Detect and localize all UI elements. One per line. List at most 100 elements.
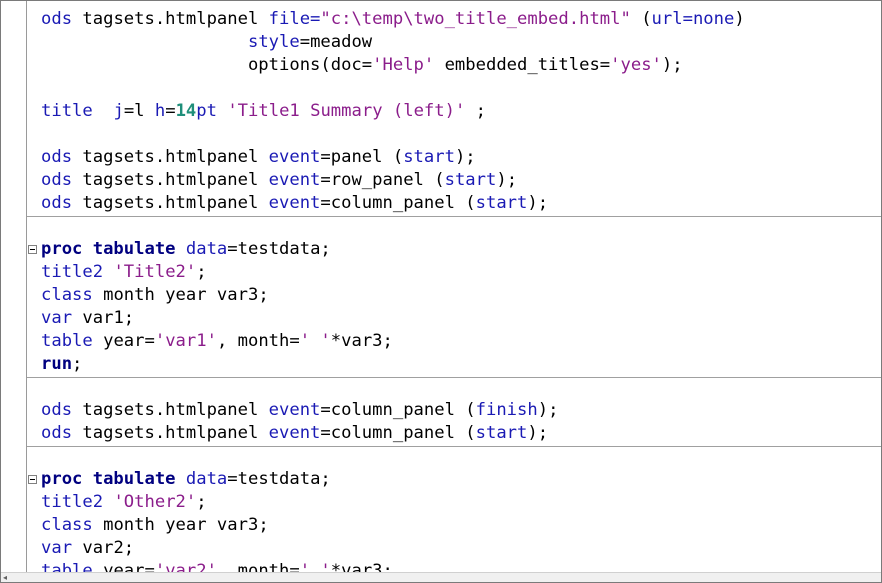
code-token: ods xyxy=(41,400,73,420)
code-token: =panel xyxy=(320,147,393,167)
code-token: var2; xyxy=(72,538,135,558)
code-token: j xyxy=(113,101,124,121)
code-token: run xyxy=(41,354,73,374)
code-text: ods tagsets.htmlpanel event=row_panel (s… xyxy=(41,169,517,192)
code-text: ods tagsets.htmlpanel event=panel (start… xyxy=(41,146,476,169)
code-line[interactable]: run; xyxy=(1,353,881,376)
code-token: start xyxy=(475,423,528,443)
fold-collapse-icon[interactable] xyxy=(28,245,37,254)
code-text: var var1; xyxy=(41,307,134,330)
code-token: tagsets.htmlpanel xyxy=(72,170,269,190)
code-token: ods xyxy=(41,193,73,213)
code-token: 'Title2' xyxy=(113,262,197,282)
section-separator xyxy=(27,216,881,217)
code-line[interactable]: ods tagsets.htmlpanel event=column_panel… xyxy=(1,422,881,445)
code-token: pt xyxy=(196,101,228,121)
code-line[interactable]: var var1; xyxy=(1,307,881,330)
code-token: ); xyxy=(527,423,549,443)
fold-collapse-icon[interactable] xyxy=(28,475,37,484)
code-line[interactable]: style=meadow xyxy=(1,31,881,54)
code-token: ; xyxy=(196,492,207,512)
code-text: class month year var3; xyxy=(41,284,269,307)
code-token: 'Title1 Summary (left)' xyxy=(227,101,466,121)
code-line[interactable]: options(doc='Help' embedded_titles='yes'… xyxy=(1,54,881,77)
code-token: =l xyxy=(123,101,155,121)
code-text: table year='var1', month=' '*var3; xyxy=(41,330,393,353)
code-line[interactable] xyxy=(1,445,881,468)
code-text: ods tagsets.htmlpanel event=column_panel… xyxy=(41,192,548,215)
code-line[interactable]: var var2; xyxy=(1,537,881,560)
code-token: =column_panel xyxy=(320,400,466,420)
section-separator xyxy=(27,446,881,447)
code-token: event xyxy=(268,170,321,190)
code-text: ods tagsets.htmlpanel file="c:\temp\two_… xyxy=(41,8,745,31)
code-token: 14 xyxy=(175,101,197,121)
code-token: =row_panel xyxy=(320,170,435,190)
code-token: ); xyxy=(527,193,549,213)
code-line[interactable]: ods tagsets.htmlpanel file="c:\temp\two_… xyxy=(1,8,881,31)
code-token: table xyxy=(41,331,93,351)
code-token: options(doc= xyxy=(41,55,373,75)
code-text: var var2; xyxy=(41,537,134,560)
code-line[interactable]: title2 'Other2'; xyxy=(1,491,881,514)
code-token: tagsets.htmlpanel xyxy=(72,147,269,167)
code-token: year= xyxy=(92,331,155,351)
code-token: event xyxy=(268,147,321,167)
code-editor[interactable]: ods tagsets.htmlpanel file="c:\temp\two_… xyxy=(0,0,882,583)
code-line[interactable]: title2 'Title2'; xyxy=(1,261,881,284)
code-token: start xyxy=(475,193,528,213)
code-token: , month= xyxy=(216,331,300,351)
code-line[interactable]: ods tagsets.htmlpanel event=column_panel… xyxy=(1,192,881,215)
code-line[interactable] xyxy=(1,123,881,146)
code-token: ods xyxy=(41,147,73,167)
code-line[interactable] xyxy=(1,215,881,238)
code-token: month year var3; xyxy=(92,285,269,305)
code-token: var xyxy=(41,308,73,328)
code-line[interactable]: ods tagsets.htmlpanel event=panel (start… xyxy=(1,146,881,169)
code-line[interactable]: proc tabulate data=testdata; xyxy=(1,468,881,491)
code-token: ods xyxy=(41,9,73,29)
code-line[interactable]: ods tagsets.htmlpanel event=row_panel (s… xyxy=(1,169,881,192)
code-line[interactable]: ods tagsets.htmlpanel event=column_panel… xyxy=(1,399,881,422)
code-token: title2 xyxy=(41,492,104,512)
code-token: =column_panel xyxy=(320,193,466,213)
code-token: proc tabulate xyxy=(41,239,176,259)
code-token: =testdata; xyxy=(227,469,331,489)
code-token: 'Help' xyxy=(372,55,435,75)
code-token: 'Other2' xyxy=(113,492,197,512)
scroll-left-arrow-icon[interactable]: ◂ xyxy=(3,573,11,582)
code-token: event xyxy=(268,400,321,420)
code-token: *var3; xyxy=(330,331,393,351)
code-token: var1; xyxy=(72,308,135,328)
code-token: event xyxy=(268,423,321,443)
code-token: data xyxy=(185,239,228,259)
code-token: ( xyxy=(465,400,476,420)
code-line[interactable]: title j=l h=14pt 'Title1 Summary (left)'… xyxy=(1,100,881,123)
section-separator xyxy=(27,377,881,378)
code-line[interactable] xyxy=(1,376,881,399)
code-token: data xyxy=(185,469,228,489)
code-token: ); xyxy=(661,55,683,75)
horizontal-scrollbar[interactable]: ◂ xyxy=(1,572,881,582)
code-token: tagsets.htmlpanel xyxy=(72,193,269,213)
code-line[interactable] xyxy=(1,77,881,100)
code-token: ) xyxy=(734,9,745,29)
code-line[interactable]: class month year var3; xyxy=(1,514,881,537)
code-line[interactable]: table year='var1', month=' '*var3; xyxy=(1,330,881,353)
code-token: =column_panel xyxy=(320,423,466,443)
code-token: event xyxy=(268,193,321,213)
code-token: ); xyxy=(454,147,476,167)
code-token: tagsets.htmlpanel xyxy=(72,9,269,29)
code-token: ( xyxy=(392,147,404,167)
code-token: var xyxy=(41,538,73,558)
code-line[interactable]: proc tabulate data=testdata; xyxy=(1,238,881,261)
code-token: month year var3; xyxy=(92,515,269,535)
code-token: style xyxy=(247,32,300,52)
code-line[interactable]: class month year var3; xyxy=(1,284,881,307)
code-token: ; xyxy=(465,101,487,121)
code-text: ods tagsets.htmlpanel event=column_panel… xyxy=(41,422,548,445)
code-token: title2 xyxy=(41,262,104,282)
